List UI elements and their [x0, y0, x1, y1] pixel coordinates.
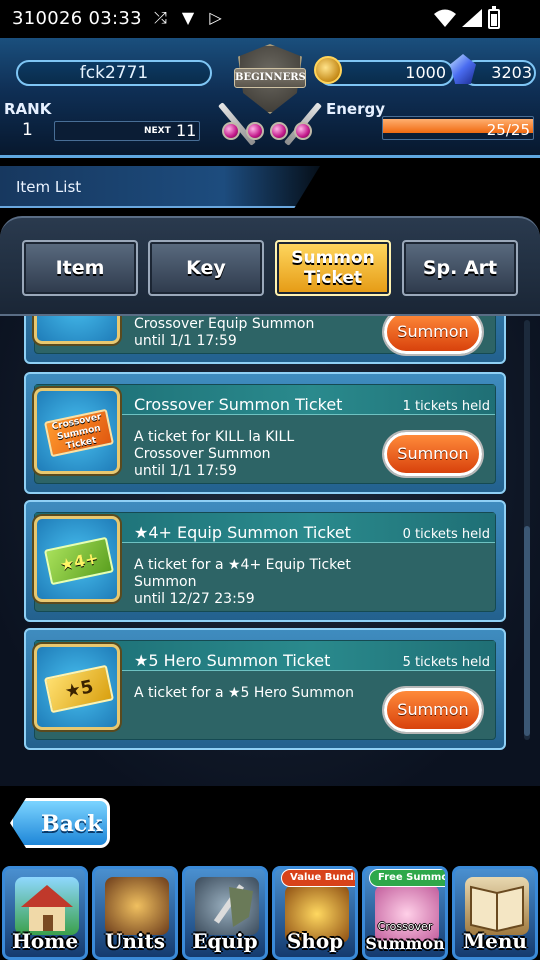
nav-label: Units — [104, 929, 166, 953]
summon-button[interactable]: Summon — [384, 432, 482, 476]
emblem-banner: BEGINNERS — [234, 68, 306, 88]
star5-ticket-icon: ★5 — [43, 664, 115, 714]
orb-icon — [222, 122, 240, 140]
shuffle-icon: ⤮ — [154, 8, 167, 27]
nav-sublabel: Crossover — [377, 920, 433, 933]
card-title: ★4+ Equip Summon Ticket — [134, 523, 351, 542]
orb-icon — [294, 122, 312, 140]
summon-button-label: Summon — [397, 322, 469, 341]
crystal-value: 3203 — [491, 63, 532, 82]
tabs-bar: Item Key Summon Ticket Sp. Art — [0, 216, 540, 316]
next-value: 11 — [176, 121, 197, 140]
desc-line: Crossover Summon — [134, 446, 271, 462]
star4-ticket-icon: ★4+ — [43, 536, 115, 586]
sword-shield-icon — [195, 877, 259, 935]
play-icon: ▷ — [209, 8, 222, 27]
tab-item[interactable]: Item — [22, 240, 138, 296]
orb-icon — [246, 122, 264, 140]
energy-label: Energy — [326, 100, 386, 118]
house-icon — [15, 877, 79, 935]
signal-icon — [462, 9, 482, 27]
nav-menu[interactable]: Menu — [452, 866, 538, 960]
tab-sp-art[interactable]: Sp. Art — [402, 240, 518, 296]
tab-key[interactable]: Key — [148, 240, 264, 296]
desc-line: until 1/1 17:59 — [134, 333, 237, 349]
player-name-box: fck2771 — [16, 60, 212, 86]
nav-label: Summon — [365, 934, 445, 953]
list-item: Crossover Summon Ticket Crossover Summon… — [24, 372, 506, 494]
nav-equip[interactable]: Equip — [182, 866, 268, 960]
list-item: Crossover Equip Summon until 1/1 17:59 S… — [24, 316, 506, 364]
nav-label: Menu — [463, 929, 527, 953]
card-description: A ticket for KILL la KILL Crossover Summ… — [134, 429, 294, 480]
tab-label: Sp. Art — [422, 257, 498, 279]
free-summon-badge: Free Summon — [369, 869, 445, 887]
orb-icon — [270, 122, 288, 140]
desc-line: until 12/27 23:59 — [134, 591, 255, 607]
desc-line: Summon — [134, 574, 197, 590]
tickets-held: 1 tickets held — [402, 399, 490, 414]
scrollbar-thumb[interactable] — [524, 526, 530, 736]
gil-coin-icon — [314, 56, 342, 84]
summon-button-label: Summon — [397, 444, 469, 463]
back-button-label: Back — [41, 811, 103, 837]
tab-label: Summon Ticket — [291, 248, 375, 288]
nav-shop[interactable]: Value Bundle Shop — [272, 866, 358, 960]
tab-label: Item — [55, 257, 105, 279]
desc-line: until 1/1 17:59 — [134, 463, 237, 479]
rank-value: 1 — [22, 120, 33, 140]
nav-units[interactable]: Units — [92, 866, 178, 960]
next-label: NEXT — [144, 126, 171, 136]
ticket-icon: Crossover Summon Ticket — [34, 388, 120, 474]
status-bar: 310026 03:33 ⤮ ▼ ▷ — [0, 0, 540, 38]
ticket-icon — [34, 316, 120, 344]
back-button[interactable]: Back — [10, 798, 110, 848]
crossover-ticket-icon: Crossover Summon Ticket — [43, 408, 115, 458]
nav-label: Equip — [192, 929, 258, 953]
beginners-emblem[interactable]: BEGINNERS — [214, 38, 326, 156]
card-title: ★5 Hero Summon Ticket — [134, 651, 331, 670]
summon-button[interactable]: Summon — [384, 316, 482, 354]
tickets-held: 0 tickets held — [402, 527, 490, 542]
value-bundle-badge: Value Bundle — [281, 869, 355, 887]
rank-label: RANK — [4, 100, 52, 118]
summon-button-label: Summon — [397, 700, 469, 719]
ticket-list[interactable]: Crossover Equip Summon until 1/1 17:59 S… — [0, 316, 540, 786]
nav-summon[interactable]: Free Summon Crossover Summon — [362, 866, 448, 960]
card-description: A ticket for a ★4+ Equip Ticket Summon u… — [134, 557, 351, 608]
list-item: ★4+ ★4+ Equip Summon Ticket 0 tickets he… — [24, 500, 506, 622]
download-icon: ▼ — [181, 8, 195, 27]
tab-label: Key — [186, 257, 226, 279]
page-title: Item List — [16, 178, 82, 196]
nav-label: Home — [11, 929, 79, 953]
ticket-icon: ★5 — [34, 644, 120, 730]
section-title-bar: Item List — [0, 166, 320, 208]
wifi-icon — [434, 9, 456, 27]
player-name: fck2771 — [79, 63, 149, 83]
list-item: ★5 ★5 Hero Summon Ticket 5 tickets held … — [24, 628, 506, 750]
battery-icon — [488, 6, 500, 29]
card-title: Crossover Summon Ticket — [134, 395, 343, 414]
desc-line: A ticket for a ★5 Hero Summon — [134, 685, 354, 701]
bottom-nav: Home Units Equip Value Bundle Shop Free … — [0, 858, 540, 960]
tab-summon-ticket[interactable]: Summon Ticket — [275, 240, 391, 296]
status-time: 310026 03:33 — [12, 8, 142, 29]
card-description: Crossover Equip Summon until 1/1 17:59 — [134, 316, 314, 350]
tickets-held: 5 tickets held — [402, 655, 490, 670]
desc-line: A ticket for a ★4+ Equip Ticket — [134, 557, 351, 573]
ticket-icon: ★4+ — [34, 516, 120, 602]
gil-value: 1000 — [405, 63, 446, 82]
nav-home[interactable]: Home — [2, 866, 88, 960]
player-header: fck2771 BEGINNERS RANK 1 NEXT 11 1000 32… — [0, 38, 540, 158]
summon-button[interactable]: Summon — [384, 688, 482, 732]
status-icons-left: ⤮ ▼ ▷ — [154, 8, 232, 28]
desc-line: Crossover Equip Summon — [134, 316, 315, 332]
energy-value: 25/25 — [486, 121, 530, 139]
desc-line: A ticket for KILL la KILL — [134, 429, 295, 445]
nav-label: Shop — [286, 929, 344, 953]
card-description: A ticket for a ★5 Hero Summon — [134, 685, 354, 702]
book-icon — [465, 877, 529, 935]
hero-portrait-icon — [105, 877, 169, 935]
